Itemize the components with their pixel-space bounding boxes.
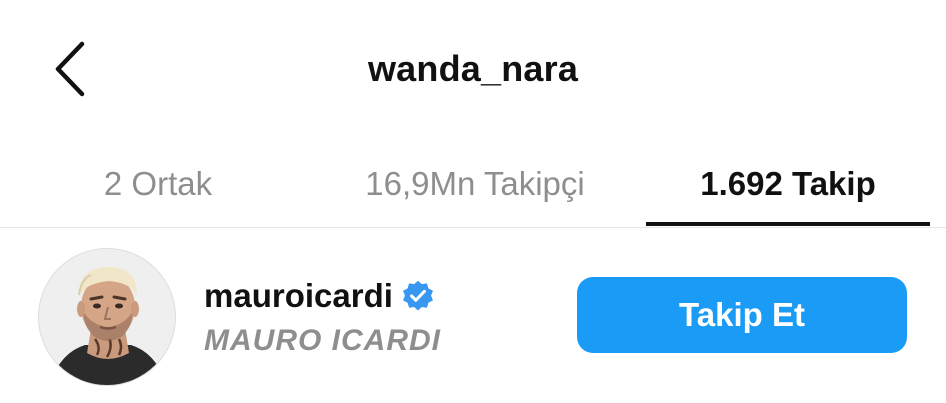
avatar-illustration bbox=[39, 249, 175, 385]
follow-button[interactable]: Takip Et bbox=[577, 277, 907, 353]
page-title: wanda_nara bbox=[367, 48, 579, 89]
header: wanda_nara bbox=[0, 0, 946, 140]
verified-badge-icon bbox=[402, 280, 433, 311]
username[interactable]: mauroicardi bbox=[204, 277, 393, 315]
username-line[interactable]: mauroicardi bbox=[204, 276, 435, 316]
avatar[interactable] bbox=[38, 248, 176, 386]
list-item[interactable]: mauroicardi MAURO ICARDI Takip Et bbox=[0, 228, 946, 403]
tab-following[interactable]: 1.692 Takip bbox=[646, 140, 930, 228]
tab-followers[interactable]: 16,9Mn Takipçi bbox=[330, 140, 620, 228]
active-tab-indicator bbox=[646, 222, 930, 226]
following-list-screen: wanda_nara 2 Ortak 16,9Mn Takipçi 1.692 … bbox=[0, 0, 946, 403]
full-name: MAURO ICARDI bbox=[204, 324, 441, 357]
tab-bar: 2 Ortak 16,9Mn Takipçi 1.692 Takip bbox=[0, 140, 946, 228]
tab-mutual[interactable]: 2 Ortak bbox=[40, 140, 276, 228]
